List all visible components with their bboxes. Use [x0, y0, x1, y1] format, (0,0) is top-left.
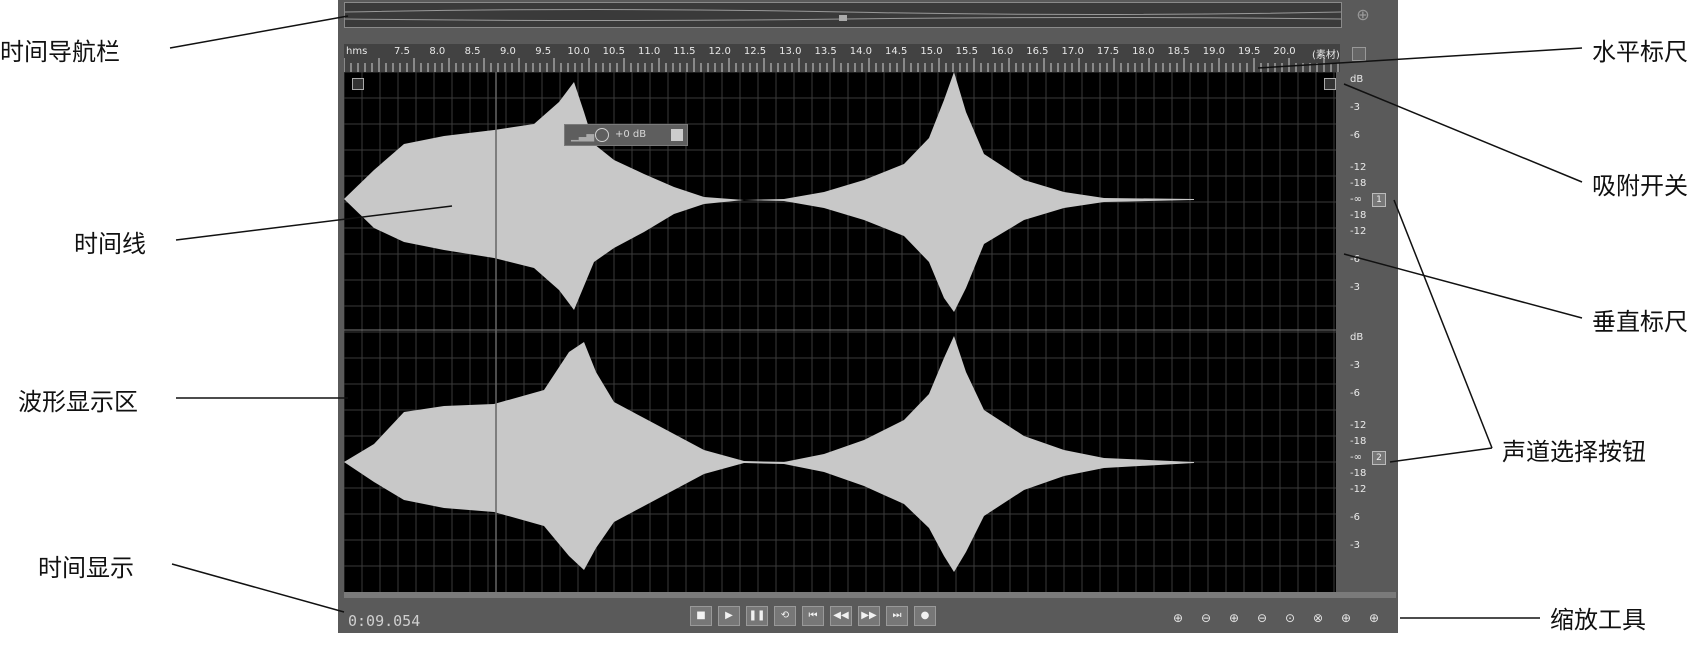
rewind-button[interactable]: ◀◀	[830, 606, 852, 626]
db-scale-label: dB	[1350, 74, 1364, 85]
ruler-corner-button[interactable]	[1352, 47, 1366, 61]
db-scale-label: -12	[1350, 162, 1367, 173]
ruler-tick-label: 16.0	[990, 46, 1014, 57]
waveform-svg	[344, 72, 1336, 592]
navigator-scroll-thumb[interactable]	[839, 15, 847, 21]
db-scale-label: -18	[1350, 178, 1367, 189]
db-scale-label: -12	[1350, 226, 1367, 237]
zoom-selection-icon[interactable]: ⊗	[1308, 610, 1328, 626]
callout-time-display: 时间显示	[38, 554, 134, 582]
snap-toggle-right[interactable]	[1324, 78, 1336, 90]
to-end-button[interactable]: ⏭	[886, 606, 908, 626]
to-start-button[interactable]: ⏮	[802, 606, 824, 626]
ruler-tick-label: 10.5	[602, 46, 625, 57]
ruler-units-label: hms	[346, 46, 368, 57]
waveform-channel-2	[344, 336, 1194, 572]
db-scale-label: -3	[1350, 540, 1360, 551]
level-bars-icon: ▁▃▅	[571, 131, 595, 142]
ruler-tick-label: 8.5	[464, 46, 481, 57]
callout-vertical-ruler: 垂直标尺	[1592, 308, 1688, 336]
snap-toggle-left[interactable]	[352, 78, 364, 90]
ruler-tick-label: 13.0	[779, 46, 802, 57]
time-display: 0:09.054	[348, 612, 421, 630]
pin-icon[interactable]	[671, 129, 683, 141]
volume-knob-icon[interactable]	[595, 128, 609, 142]
ruler-tick-label: 18.5	[1167, 46, 1190, 57]
callout-waveform-area: 波形显示区	[18, 388, 138, 416]
ruler-tick-label: 14.0	[849, 46, 873, 57]
db-scale-label: -18	[1350, 436, 1367, 447]
callout-zoom-tools: 缩放工具	[1550, 606, 1646, 634]
stop-button[interactable]: ■	[690, 606, 712, 626]
ruler-tick-label: 16.5	[1026, 46, 1049, 57]
db-scale-label: -6	[1350, 388, 1360, 399]
db-scale-label: -6	[1350, 130, 1360, 141]
db-scale-label: -3	[1350, 360, 1360, 371]
zoom-point-left-icon[interactable]: ⊕	[1336, 610, 1356, 626]
callout-time-navigator: 时间导航栏	[0, 38, 120, 66]
zoom-point-right-icon[interactable]: ⊕	[1364, 610, 1384, 626]
waveform-display-area[interactable]	[344, 72, 1336, 592]
horizontal-scrollbar[interactable]	[344, 592, 1396, 598]
zoom-in-amplitude-icon[interactable]: ⊕	[1168, 610, 1188, 626]
ruler-tick-label: 8.0	[429, 46, 446, 57]
pause-button[interactable]: ❚❚	[746, 606, 768, 626]
zoom-out-time-icon[interactable]: ⊖	[1252, 610, 1272, 626]
db-scale-label: -12	[1350, 420, 1367, 431]
ruler-tick-label: 12.0	[708, 46, 731, 57]
ruler-tick-label: 12.5	[743, 46, 767, 57]
fast-forward-button[interactable]: ▶▶	[858, 606, 880, 626]
db-scale-label: -∞	[1350, 452, 1362, 463]
zoom-in-time-icon[interactable]: ⊕	[1224, 610, 1244, 626]
ruler-tick-label: 11.5	[673, 46, 696, 57]
ruler-tick-label: 9.0	[499, 46, 516, 57]
db-scale-label: -6	[1350, 254, 1360, 265]
zoom-full-icon[interactable]: ⊙	[1280, 610, 1300, 626]
channel-select-button-2[interactable]: 2	[1372, 451, 1386, 465]
ruler-tick-label: 19.0	[1202, 46, 1226, 57]
callout-snap-toggle: 吸附开关	[1592, 172, 1688, 200]
db-scale-label: -18	[1350, 468, 1367, 479]
ruler-tick-label: 11.0	[637, 46, 661, 57]
callout-time-line: 时间线	[74, 230, 146, 258]
ruler-ticks	[343, 58, 1339, 72]
zoom-out-amplitude-icon[interactable]: ⊖	[1196, 610, 1216, 626]
waveform-channel-1	[344, 72, 1194, 312]
ruler-tick-label: 19.5	[1238, 46, 1261, 57]
ruler-tick-label: 13.5	[814, 46, 837, 57]
channel-select-button-1[interactable]: 1	[1372, 193, 1386, 207]
play-button[interactable]: ▶	[718, 606, 740, 626]
ruler-source-label: (素材)	[1312, 50, 1340, 61]
ruler-tick-label: 18.0	[1132, 46, 1155, 57]
ruler-tick-label: 20.0	[1273, 46, 1296, 57]
db-scale-label: -18	[1350, 210, 1367, 221]
hud-volume-value: +0 dB	[615, 129, 647, 140]
ruler-tick-label: 10.0	[567, 46, 590, 57]
ruler-tick-label: 14.5	[885, 46, 908, 57]
horizontal-ruler[interactable]	[343, 44, 1340, 72]
ruler-tick-label: 15.5	[955, 46, 978, 57]
db-scale-label: -3	[1350, 282, 1360, 293]
ruler-tick-label: 9.5	[535, 46, 552, 57]
callout-horizontal-ruler: 水平标尺	[1592, 38, 1688, 66]
time-navigator[interactable]	[344, 2, 1342, 28]
db-scale-label: -∞	[1350, 194, 1362, 205]
ruler-tick-label: 15.0	[920, 46, 943, 57]
ruler-tick-label: 17.5	[1096, 46, 1120, 57]
db-scale-label: dB	[1350, 332, 1364, 343]
ruler-tick-label: 17.0	[1061, 46, 1084, 57]
callout-channel-select: 声道选择按钮	[1502, 438, 1646, 466]
navigator-zoom-icon[interactable]: ⊕	[1354, 6, 1372, 24]
loop-button[interactable]: ⟲	[774, 606, 796, 626]
db-scale-label: -3	[1350, 102, 1360, 113]
amplitude-hud[interactable]: ▁▃▅ +0 dB	[564, 124, 688, 146]
ruler-tick-label: 7.5	[394, 46, 410, 57]
db-scale-label: -6	[1350, 512, 1360, 523]
db-scale-label: -12	[1350, 484, 1367, 495]
record-button[interactable]: ●	[914, 606, 936, 626]
